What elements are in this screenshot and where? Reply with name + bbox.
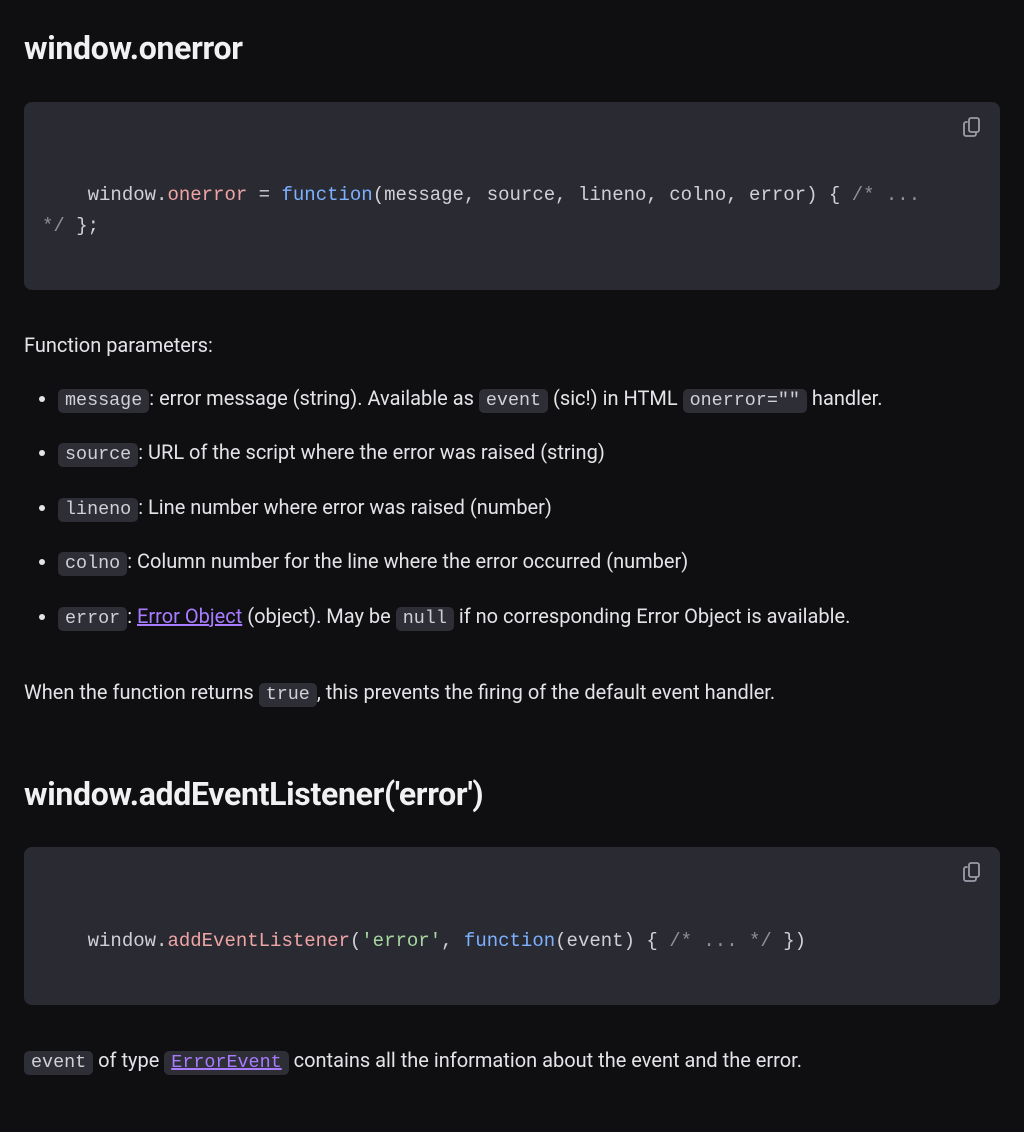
param-desc: if no corresponding Error Object is avai…	[454, 604, 850, 628]
code-token: colno	[669, 184, 726, 206]
code-token: source	[487, 184, 555, 206]
return-paragraph: When the function returns true, this pre…	[24, 677, 1000, 710]
param-desc: : error message (string). Available as	[149, 386, 479, 410]
inline-code: ErrorEvent	[164, 1051, 288, 1075]
code-token: ,	[726, 184, 749, 206]
code-token: ,	[441, 930, 464, 952]
param-desc: :	[127, 604, 137, 628]
code-token: ,	[555, 184, 578, 206]
param-desc: (sic!) in HTML	[548, 386, 683, 410]
param-name: error	[58, 607, 127, 631]
code-token: (	[373, 184, 384, 206]
param-desc: : Column number for the line where the e…	[127, 549, 688, 573]
code-block-onerror: window.onerror = function(message, sourc…	[24, 102, 1000, 290]
list-item: lineno: Line number where error was rais…	[58, 492, 1000, 525]
return-text: , this prevents the firing of the defaul…	[317, 680, 775, 704]
inline-code: true	[259, 683, 317, 707]
inline-code: event	[24, 1051, 93, 1075]
code-token: function	[464, 930, 555, 952]
code-token: {	[635, 930, 669, 952]
copy-icon[interactable]	[960, 114, 986, 140]
code-token: function	[281, 184, 372, 206]
inline-code: null	[396, 607, 454, 631]
code-token: )	[624, 930, 635, 952]
code-token: 'error'	[361, 930, 441, 952]
code-token: onerror	[167, 184, 247, 206]
code-token: .	[156, 930, 167, 952]
error-object-link[interactable]: Error Object	[137, 604, 242, 628]
param-name: message	[58, 389, 149, 413]
param-desc: : URL of the script where the error was …	[138, 440, 605, 464]
code-token: };	[65, 215, 99, 237]
code-token: error	[749, 184, 806, 206]
code-token: window	[88, 184, 156, 206]
code-block-addeventlistener: window.addEventListener('error', functio…	[24, 847, 1000, 1005]
section-title-addeventlistener: window.addEventListener('error')	[24, 770, 1000, 820]
code-token: (	[350, 930, 361, 952]
code-token: )	[806, 184, 817, 206]
copy-icon[interactable]	[960, 859, 986, 885]
section-title-onerror: window.onerror	[24, 24, 1000, 74]
params-intro: Function parameters:	[24, 330, 1000, 361]
list-item: message: error message (string). Availab…	[58, 383, 1000, 416]
param-name: lineno	[58, 498, 138, 522]
param-desc: handler.	[807, 386, 883, 410]
code-token: ,	[646, 184, 669, 206]
code-token: })	[772, 930, 806, 952]
list-item: source: URL of the script where the erro…	[58, 437, 1000, 470]
tail-text: of type	[93, 1048, 164, 1072]
param-desc: (object). May be	[242, 604, 395, 628]
errorevent-paragraph: event of type ErrorEvent contains all th…	[24, 1045, 1000, 1078]
code-token: event	[567, 930, 624, 952]
param-desc: : Line number where error was raised (nu…	[138, 495, 552, 519]
param-name: colno	[58, 552, 127, 576]
code-token: lineno	[578, 184, 646, 206]
code-token: addEventListener	[167, 930, 349, 952]
code-token: {	[817, 184, 851, 206]
inline-code: event	[479, 389, 548, 413]
tail-text: contains all the information about the e…	[289, 1048, 802, 1072]
errorevent-link[interactable]: ErrorEvent	[164, 1048, 288, 1072]
inline-code: onerror=""	[683, 389, 807, 413]
code-token: (	[555, 930, 566, 952]
list-item: error: Error Object (object). May be nul…	[58, 601, 1000, 634]
code-token: .	[156, 184, 167, 206]
list-item: colno: Column number for the line where …	[58, 546, 1000, 579]
return-text: When the function returns	[24, 680, 259, 704]
code-token: message	[384, 184, 464, 206]
code-token: /* ... */	[669, 930, 772, 952]
doc-page: window.onerror window.onerror = function…	[0, 0, 1024, 1132]
param-list: message: error message (string). Availab…	[24, 383, 1000, 634]
param-name: source	[58, 443, 138, 467]
code-token: =	[247, 184, 281, 206]
code-token: ,	[464, 184, 487, 206]
code-token: window	[88, 930, 156, 952]
